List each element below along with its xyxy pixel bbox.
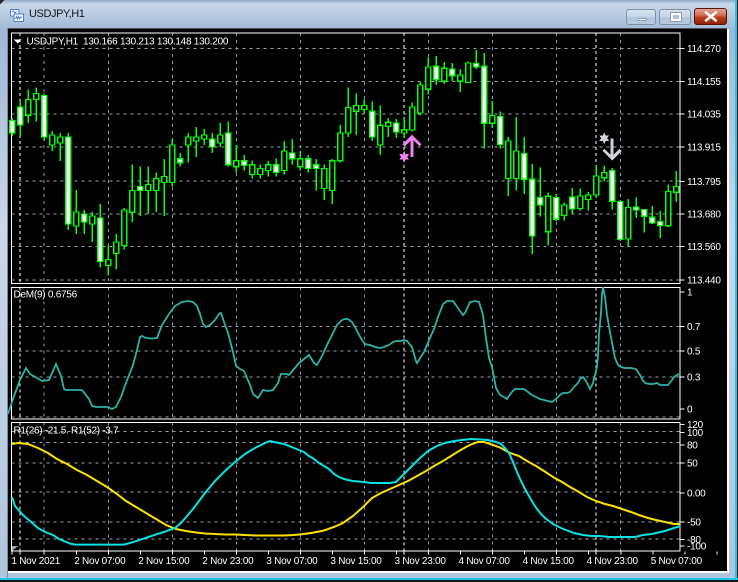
svg-text:113.440: 113.440 [687, 276, 721, 287]
svg-text:3 Nov 23:00: 3 Nov 23:00 [395, 556, 447, 567]
svg-text:-50: -50 [687, 518, 701, 529]
svg-text:5 Nov 07:00: 5 Nov 07:00 [651, 556, 703, 567]
svg-text:-100: -100 [687, 542, 707, 553]
svg-text:4 Nov 15:00: 4 Nov 15:00 [523, 556, 575, 567]
svg-text:114.270: 114.270 [687, 44, 721, 55]
svg-text:113.560: 113.560 [687, 242, 721, 253]
svg-text:0: 0 [687, 405, 693, 416]
svg-text:0.00: 0.00 [687, 489, 706, 500]
svg-text:113.915: 113.915 [687, 143, 721, 154]
svg-text:USDJPY,H1 130.166 130.213 130: USDJPY,H1 130.166 130.213 130.148 130.20… [27, 37, 229, 48]
svg-text:80: 80 [687, 441, 698, 452]
svg-text:0.5: 0.5 [687, 347, 701, 358]
svg-text:0.7: 0.7 [687, 322, 701, 333]
svg-text:R1(26) -21.5. R1(52) -3.7: R1(26) -21.5. R1(52) -3.7 [14, 426, 120, 437]
svg-text:4 Nov 23:00: 4 Nov 23:00 [587, 556, 639, 567]
svg-text:113.680: 113.680 [687, 210, 721, 221]
svg-text:50: 50 [687, 459, 698, 470]
svg-text:0.3: 0.3 [687, 373, 701, 384]
svg-text:3 Nov 15:00: 3 Nov 15:00 [330, 556, 382, 567]
svg-text:114.035: 114.035 [687, 110, 721, 121]
svg-text:4 Nov 07:00: 4 Nov 07:00 [459, 556, 511, 567]
svg-text:114.155: 114.155 [687, 77, 721, 88]
svg-text:2 Nov 15:00: 2 Nov 15:00 [138, 556, 190, 567]
svg-text:2 Nov 07:00: 2 Nov 07:00 [74, 556, 126, 567]
svg-text:100: 100 [687, 428, 704, 439]
svg-text:DeM(9) 0.6756: DeM(9) 0.6756 [14, 290, 78, 301]
svg-text:1 Nov 2021: 1 Nov 2021 [11, 556, 60, 567]
svg-text:113.795: 113.795 [687, 177, 721, 188]
svg-text:3 Nov 07:00: 3 Nov 07:00 [266, 556, 318, 567]
svg-text:2 Nov 23:00: 2 Nov 23:00 [202, 556, 254, 567]
svg-text:1: 1 [687, 288, 693, 299]
